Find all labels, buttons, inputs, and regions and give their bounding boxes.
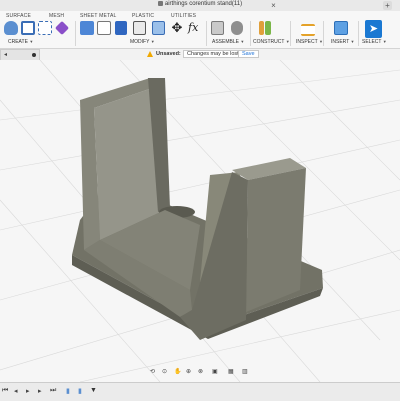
timeline-marker-icon[interactable]: ▼ bbox=[90, 387, 97, 394]
add-tab-icon[interactable]: + bbox=[383, 1, 392, 10]
create-box-icon[interactable] bbox=[21, 21, 35, 35]
measure-icon[interactable] bbox=[301, 24, 315, 36]
combine-icon[interactable] bbox=[133, 21, 146, 35]
collapse-icon[interactable]: ◂ bbox=[4, 51, 7, 58]
parameters-icon[interactable]: fx bbox=[188, 21, 202, 35]
timeline-feature-icon[interactable]: ▮ bbox=[78, 387, 82, 395]
timeline-bar: ⏮ ◂ ▸ ▸ ⏭ ▮ ▮ ▼ bbox=[0, 382, 400, 401]
group-create-label: CREATE bbox=[8, 39, 28, 45]
first-icon[interactable]: ⏮ bbox=[2, 387, 8, 395]
grid-icon[interactable]: ▦ bbox=[228, 368, 234, 375]
divider bbox=[290, 21, 291, 46]
press-pull-icon[interactable] bbox=[80, 21, 94, 35]
group-modify[interactable]: MODIFY ▼ bbox=[130, 39, 155, 45]
zoom-icon[interactable]: ⊕ bbox=[186, 368, 191, 375]
chevron-down-icon: ▼ bbox=[318, 39, 323, 44]
joint-icon[interactable] bbox=[231, 21, 243, 35]
scale-icon[interactable] bbox=[152, 21, 165, 35]
new-component-icon[interactable] bbox=[211, 21, 224, 35]
group-construct-label: CONSTRUCT bbox=[253, 39, 285, 45]
group-create[interactable]: CREATE ▼ bbox=[8, 39, 33, 45]
chevron-down-icon: ▼ bbox=[350, 39, 355, 44]
end-icon[interactable]: ⏭ bbox=[50, 387, 56, 395]
select-cursor-icon[interactable]: ➤ bbox=[365, 20, 382, 38]
navigation-bar: ⟲ ⊙ ✋ ⊕ ⊗ ▣ ▦ ▥ bbox=[148, 367, 250, 377]
tab-sheet-metal[interactable]: SHEET METAL bbox=[80, 13, 116, 19]
tab-mesh[interactable]: MESH bbox=[49, 13, 64, 19]
group-select[interactable]: SELECT ▼ bbox=[362, 39, 387, 45]
divider bbox=[206, 21, 207, 46]
step-back-icon[interactable]: ◂ bbox=[14, 387, 18, 395]
divider bbox=[323, 21, 324, 46]
shell-icon[interactable] bbox=[115, 21, 127, 35]
chevron-down-icon: ▼ bbox=[382, 39, 387, 44]
chevron-down-icon: ▼ bbox=[285, 39, 290, 44]
group-modify-label: MODIFY bbox=[130, 39, 150, 45]
lock-icon bbox=[157, 1, 163, 6]
chevron-down-icon: ▼ bbox=[240, 39, 245, 44]
sketch-icon[interactable] bbox=[38, 21, 52, 35]
group-insert[interactable]: INSERT ▼ bbox=[331, 39, 355, 45]
model-view[interactable] bbox=[0, 60, 400, 382]
divider bbox=[250, 21, 251, 46]
create-solid-icon[interactable] bbox=[54, 20, 70, 36]
step-forward-icon[interactable]: ▸ bbox=[38, 387, 42, 395]
stand-model[interactable] bbox=[72, 78, 323, 340]
divider bbox=[75, 21, 76, 46]
group-construct[interactable]: CONSTRUCT ▼ bbox=[253, 39, 290, 45]
group-inspect[interactable]: INSPECT ▼ bbox=[296, 39, 323, 45]
zoom-window-icon[interactable]: ⊗ bbox=[198, 368, 203, 375]
group-assemble-label: ASSEMBLE bbox=[212, 39, 239, 45]
ribbon-toolbar: SURFACE MESH SHEET METAL PLASTIC UTILITI… bbox=[0, 11, 400, 49]
insert-image-icon[interactable] bbox=[334, 21, 348, 35]
save-button[interactable]: Save bbox=[238, 50, 259, 58]
close-tab-icon[interactable]: × bbox=[269, 1, 278, 10]
document-title: airthings corentium stand(11) bbox=[0, 1, 400, 7]
play-icon[interactable]: ▸ bbox=[26, 387, 30, 395]
pan-icon[interactable]: ✋ bbox=[174, 368, 181, 375]
move-icon[interactable]: ✥ bbox=[170, 21, 184, 35]
chevron-down-icon: ▼ bbox=[29, 39, 34, 44]
warning-icon bbox=[147, 51, 153, 57]
tab-utilities[interactable]: UTILITIES bbox=[171, 13, 196, 19]
unsaved-message: Changes may be lost bbox=[183, 50, 243, 58]
offset-plane-icon[interactable] bbox=[259, 21, 264, 35]
tab-surface[interactable]: SURFACE bbox=[6, 13, 31, 19]
tab-plastic[interactable]: PLASTIC bbox=[132, 13, 154, 19]
right-front-wall bbox=[246, 168, 306, 312]
group-select-label: SELECT bbox=[362, 39, 382, 45]
construct-plane-icon[interactable] bbox=[265, 21, 271, 35]
divider bbox=[358, 21, 359, 46]
fillet-icon[interactable] bbox=[97, 21, 111, 35]
orbit-icon[interactable]: ⟲ bbox=[150, 368, 155, 375]
create-form-icon[interactable] bbox=[4, 21, 18, 35]
look-at-icon[interactable]: ⊙ bbox=[162, 368, 167, 375]
unsaved-notice-bar: Unsaved: Changes may be lost Save bbox=[0, 49, 400, 60]
group-insert-label: INSERT bbox=[331, 39, 350, 45]
viewports-icon[interactable]: ▥ bbox=[242, 368, 248, 375]
chevron-down-icon: ▼ bbox=[150, 39, 155, 44]
document-title-text: airthings corentium stand(11) bbox=[164, 1, 243, 8]
timeline-feature-icon[interactable]: ▮ bbox=[66, 387, 70, 395]
pin-icon[interactable] bbox=[32, 53, 36, 57]
group-inspect-label: INSPECT bbox=[296, 39, 318, 45]
display-icon[interactable]: ▣ bbox=[212, 368, 218, 375]
group-assemble[interactable]: ASSEMBLE ▼ bbox=[212, 39, 244, 45]
canvas-viewport[interactable] bbox=[0, 60, 400, 382]
unsaved-status: Unsaved: bbox=[156, 51, 181, 57]
